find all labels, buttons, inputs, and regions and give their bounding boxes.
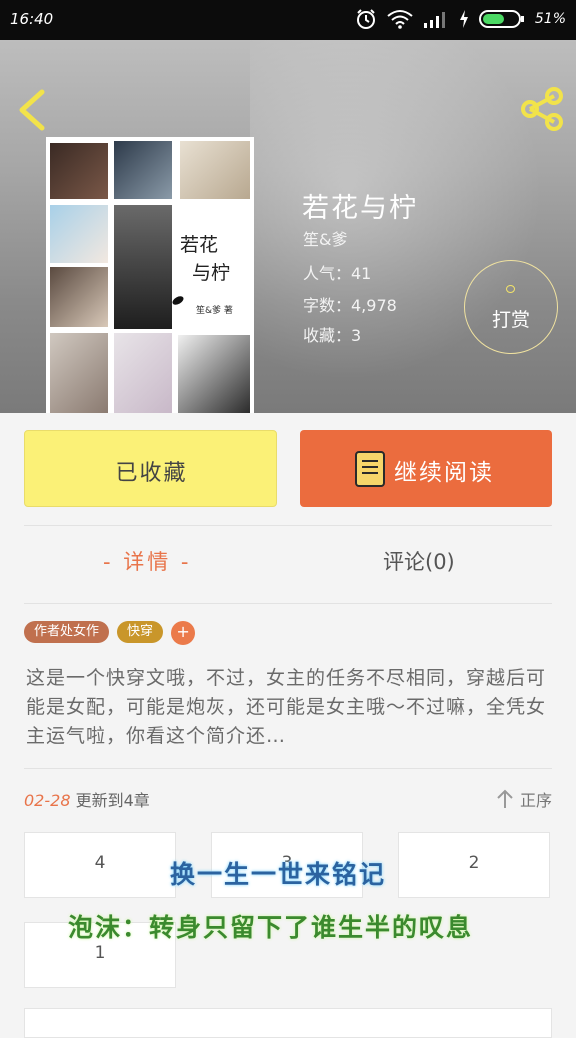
favorited-label: 已收藏: [115, 461, 188, 486]
book-favorites: 收藏：3: [303, 326, 362, 345]
divider: [24, 603, 552, 604]
battery-icon: [478, 10, 524, 28]
cover-decoration: [171, 294, 185, 307]
book-popularity: 人气：41: [303, 264, 372, 283]
reward-button[interactable]: 打赏: [464, 260, 558, 354]
status-icons: 51%: [355, 8, 566, 30]
cover-title: 若花 与柠: [180, 234, 231, 284]
book-intro[interactable]: 这是一个快穿文哦，不过，女主的任务不尽相同，穿越后可能是女配，可能是炮灰，还可能…: [26, 664, 552, 751]
reward-label: 打赏: [491, 309, 530, 331]
book-icon: [355, 451, 385, 487]
sort-label: 正序: [519, 791, 552, 810]
wifi-icon: [387, 10, 413, 29]
sort-button[interactable]: 正序: [496, 787, 552, 811]
continue-reading-label: 继续阅读: [394, 460, 494, 486]
tab-details[interactable]: - 详情 -: [103, 546, 192, 576]
chapter-item[interactable]: 2: [398, 832, 550, 898]
chapter-row-partial: [24, 1008, 552, 1038]
cover-photo: [50, 205, 108, 263]
arrow-up-icon: [497, 789, 513, 808]
cover-photo: [50, 267, 108, 327]
chapter-item[interactable]: 4: [24, 832, 176, 898]
status-bar: 16:40 51%: [0, 0, 576, 40]
book-title: 若花与柠: [302, 193, 418, 224]
tag-debut-work[interactable]: 作者处女作: [24, 621, 110, 643]
charging-icon: [459, 10, 468, 28]
signal-icon: [423, 12, 445, 28]
tag-list: 作者处女作 快穿 +: [24, 621, 196, 645]
cover-photo: [114, 333, 172, 413]
cover-photo: [180, 141, 250, 199]
continue-reading-button[interactable]: 继续阅读: [300, 430, 552, 507]
divider: [24, 768, 552, 769]
divider: [24, 525, 552, 526]
cover-photo: [114, 141, 172, 199]
book-header: 若花 与柠 笙&爹 著 若花与柠 笙&爹 人气：41 字数：4,978 收藏：3…: [0, 40, 576, 413]
chevron-left-icon[interactable]: [14, 88, 50, 132]
tag-quick-transmigration[interactable]: 快穿: [117, 621, 164, 643]
cover-photo: [114, 205, 172, 329]
overlay-text-line2: 泡沫：转身只留下了谁生半的叹息: [68, 913, 474, 942]
cover-author: 笙&爹 著: [196, 306, 233, 316]
book-author[interactable]: 笙&爹: [303, 226, 347, 250]
book-word-count: 字数：4,978: [303, 296, 397, 315]
cover-photo: [50, 143, 108, 199]
alarm-icon: [356, 9, 375, 29]
cover-photo: [178, 335, 250, 413]
share-icon[interactable]: [520, 86, 566, 132]
favorited-button[interactable]: 已收藏: [24, 430, 277, 507]
battery-percent: 51%: [534, 11, 566, 27]
book-cover[interactable]: 若花 与柠 笙&爹 著: [46, 137, 254, 413]
coin-icon: [506, 285, 515, 293]
update-text: 更新到4章: [75, 791, 150, 810]
status-time: 16:40: [10, 10, 54, 28]
update-info: 02-28 更新到4章: [24, 787, 150, 811]
cover-photo: [50, 333, 108, 413]
update-date: 02-28: [24, 791, 71, 810]
add-tag-button[interactable]: +: [171, 621, 196, 645]
overlay-text-line1: 换一生一世来铭记: [170, 860, 387, 889]
tab-comments[interactable]: 评论(0): [383, 546, 455, 576]
